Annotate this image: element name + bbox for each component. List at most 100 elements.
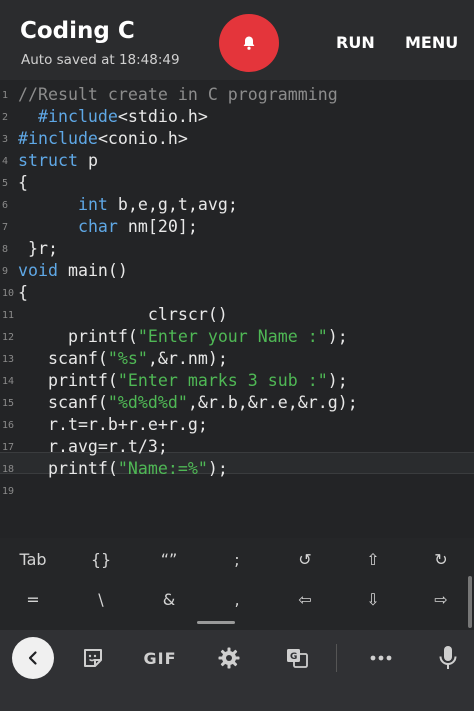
code-line[interactable]: 9 void main(): [0, 260, 474, 282]
string-token: "%d%d%d": [107, 393, 188, 412]
code-line[interactable]: 13 scanf("%s",&r.nm);: [0, 348, 474, 370]
code-text: {: [18, 172, 28, 194]
extra-key[interactable]: ⇦: [275, 590, 335, 609]
sticker-button[interactable]: [80, 645, 106, 671]
code-line[interactable]: 1 //Result create in C programming: [0, 84, 474, 106]
code-line[interactable]: 19: [0, 480, 474, 502]
code-text: #include<stdio.h>: [18, 106, 208, 128]
code-text: scanf("%s",&r.nm);: [18, 348, 228, 370]
code-token: nm[20];: [117, 217, 198, 236]
code-line[interactable]: 12 printf("Enter your Name :");: [0, 326, 474, 348]
string-token: "Enter your Name :": [137, 327, 328, 346]
extra-key[interactable]: “”: [139, 550, 199, 569]
keyword-token: char: [77, 217, 118, 236]
code-text: printf("Name:=%");: [18, 458, 228, 480]
code-line[interactable]: 4 struct p: [0, 150, 474, 172]
extra-key[interactable]: {}: [71, 550, 131, 569]
line-number: 18: [2, 464, 15, 475]
extra-key[interactable]: ↺: [275, 550, 335, 569]
extra-key[interactable]: ,: [207, 590, 267, 609]
code-token: p: [77, 151, 98, 170]
line-number: 17: [2, 442, 15, 453]
line-number: 1: [2, 90, 9, 101]
code-line[interactable]: 7 char nm[20];: [0, 216, 474, 238]
code-token: );: [327, 371, 348, 390]
mic-icon: [439, 646, 457, 669]
extra-key[interactable]: ⇨: [411, 590, 471, 609]
extra-key[interactable]: ↻: [411, 550, 471, 569]
translate-button[interactable]: G: [284, 645, 310, 671]
line-number: 10: [2, 288, 15, 299]
gif-button[interactable]: GIF: [142, 645, 178, 671]
code-token: ,&r.nm);: [147, 349, 228, 368]
line-number: 12: [2, 332, 15, 343]
keyword-token: #include: [18, 129, 98, 148]
code-text: printf("Enter your Name :");: [18, 326, 348, 348]
code-line[interactable]: 10{: [0, 282, 474, 304]
code-token: <conio.h>: [97, 129, 188, 148]
extra-key[interactable]: \: [71, 590, 131, 609]
menu-button[interactable]: MENU: [405, 33, 458, 52]
code-token: printf(: [18, 459, 118, 478]
code-token: {: [18, 173, 28, 192]
code-line[interactable]: 5{: [0, 172, 474, 194]
extra-key[interactable]: ⇧: [343, 550, 403, 569]
keyboard-settings-button[interactable]: [216, 645, 242, 671]
string-token: "Name:=%": [117, 459, 208, 478]
line-number: 7: [2, 222, 9, 233]
extra-key[interactable]: =: [3, 590, 63, 609]
keyboard-back-button[interactable]: [12, 637, 54, 679]
code-line[interactable]: 2 #include<stdio.h>: [0, 106, 474, 128]
gear-icon: [218, 647, 240, 669]
code-line[interactable]: 8 }r;: [0, 238, 474, 260]
code-token: ,&r.b,&r.e,&r.g);: [187, 393, 358, 412]
keyword-token: int: [77, 195, 108, 214]
line-number: 6: [2, 200, 9, 211]
line-number: 2: [2, 112, 9, 123]
extra-key[interactable]: ⇩: [343, 590, 403, 609]
back-chevron-icon: [28, 651, 37, 665]
code-line[interactable]: 6 int b,e,g,t,avg;: [0, 194, 474, 216]
autosave-status: Auto saved at 18:48:49: [21, 52, 180, 68]
code-text: printf("Enter marks 3 sub :");: [18, 370, 348, 392]
voice-input-button[interactable]: [436, 645, 460, 671]
code-text: #include<conio.h>: [18, 128, 188, 150]
code-line[interactable]: 15 scanf("%d%d%d",&r.b,&r.e,&r.g);: [0, 392, 474, 414]
code-line[interactable]: 17 r.avg=r.t/3;: [0, 436, 474, 458]
code-token: printf(: [18, 327, 138, 346]
run-button[interactable]: RUN: [336, 33, 375, 52]
more-button[interactable]: [368, 645, 394, 671]
drag-handle[interactable]: [197, 621, 235, 624]
line-number: 16: [2, 420, 15, 431]
code-editor[interactable]: 1 //Result create in C programming 2 #incl…: [0, 80, 474, 538]
code-line[interactable]: 16 r.t=r.b+r.e+r.g;: [0, 414, 474, 436]
keyword-token: struct: [18, 151, 78, 170]
code-line[interactable]: 11 clrscr(): [0, 304, 474, 326]
code-line[interactable]: 3 #include<conio.h>: [0, 128, 474, 150]
extra-key[interactable]: Tab: [3, 550, 63, 569]
code-text: clrscr(): [18, 304, 228, 326]
more-icon: [370, 655, 392, 661]
line-number: 8: [2, 244, 9, 255]
code-text: r.t=r.b+r.e+r.g;: [18, 414, 208, 436]
code-token: b,e,g,t,avg;: [107, 195, 238, 214]
code-line[interactable]: 14 printf("Enter marks 3 sub :");: [0, 370, 474, 392]
code-token: r.avg=r.t/3;: [18, 437, 168, 456]
code-text: int b,e,g,t,avg;: [18, 194, 238, 216]
line-number: 15: [2, 398, 15, 409]
gif-icon: GIF: [143, 648, 177, 668]
extra-key[interactable]: &: [139, 590, 199, 609]
code-line[interactable]: 18 printf("Name:=%");: [0, 458, 474, 480]
code-text: {: [18, 282, 28, 304]
scrollbar[interactable]: [468, 576, 472, 628]
extra-key[interactable]: ;: [207, 550, 267, 569]
code-text: scanf("%d%d%d",&r.b,&r.e,&r.g);: [18, 392, 358, 414]
line-number: 11: [2, 310, 15, 321]
keyword-token: #include: [37, 107, 118, 126]
notification-button[interactable]: [219, 14, 279, 72]
string-token: "%s": [107, 349, 148, 368]
line-number: 19: [2, 486, 15, 497]
string-token: "Enter marks 3 sub :": [117, 371, 328, 390]
